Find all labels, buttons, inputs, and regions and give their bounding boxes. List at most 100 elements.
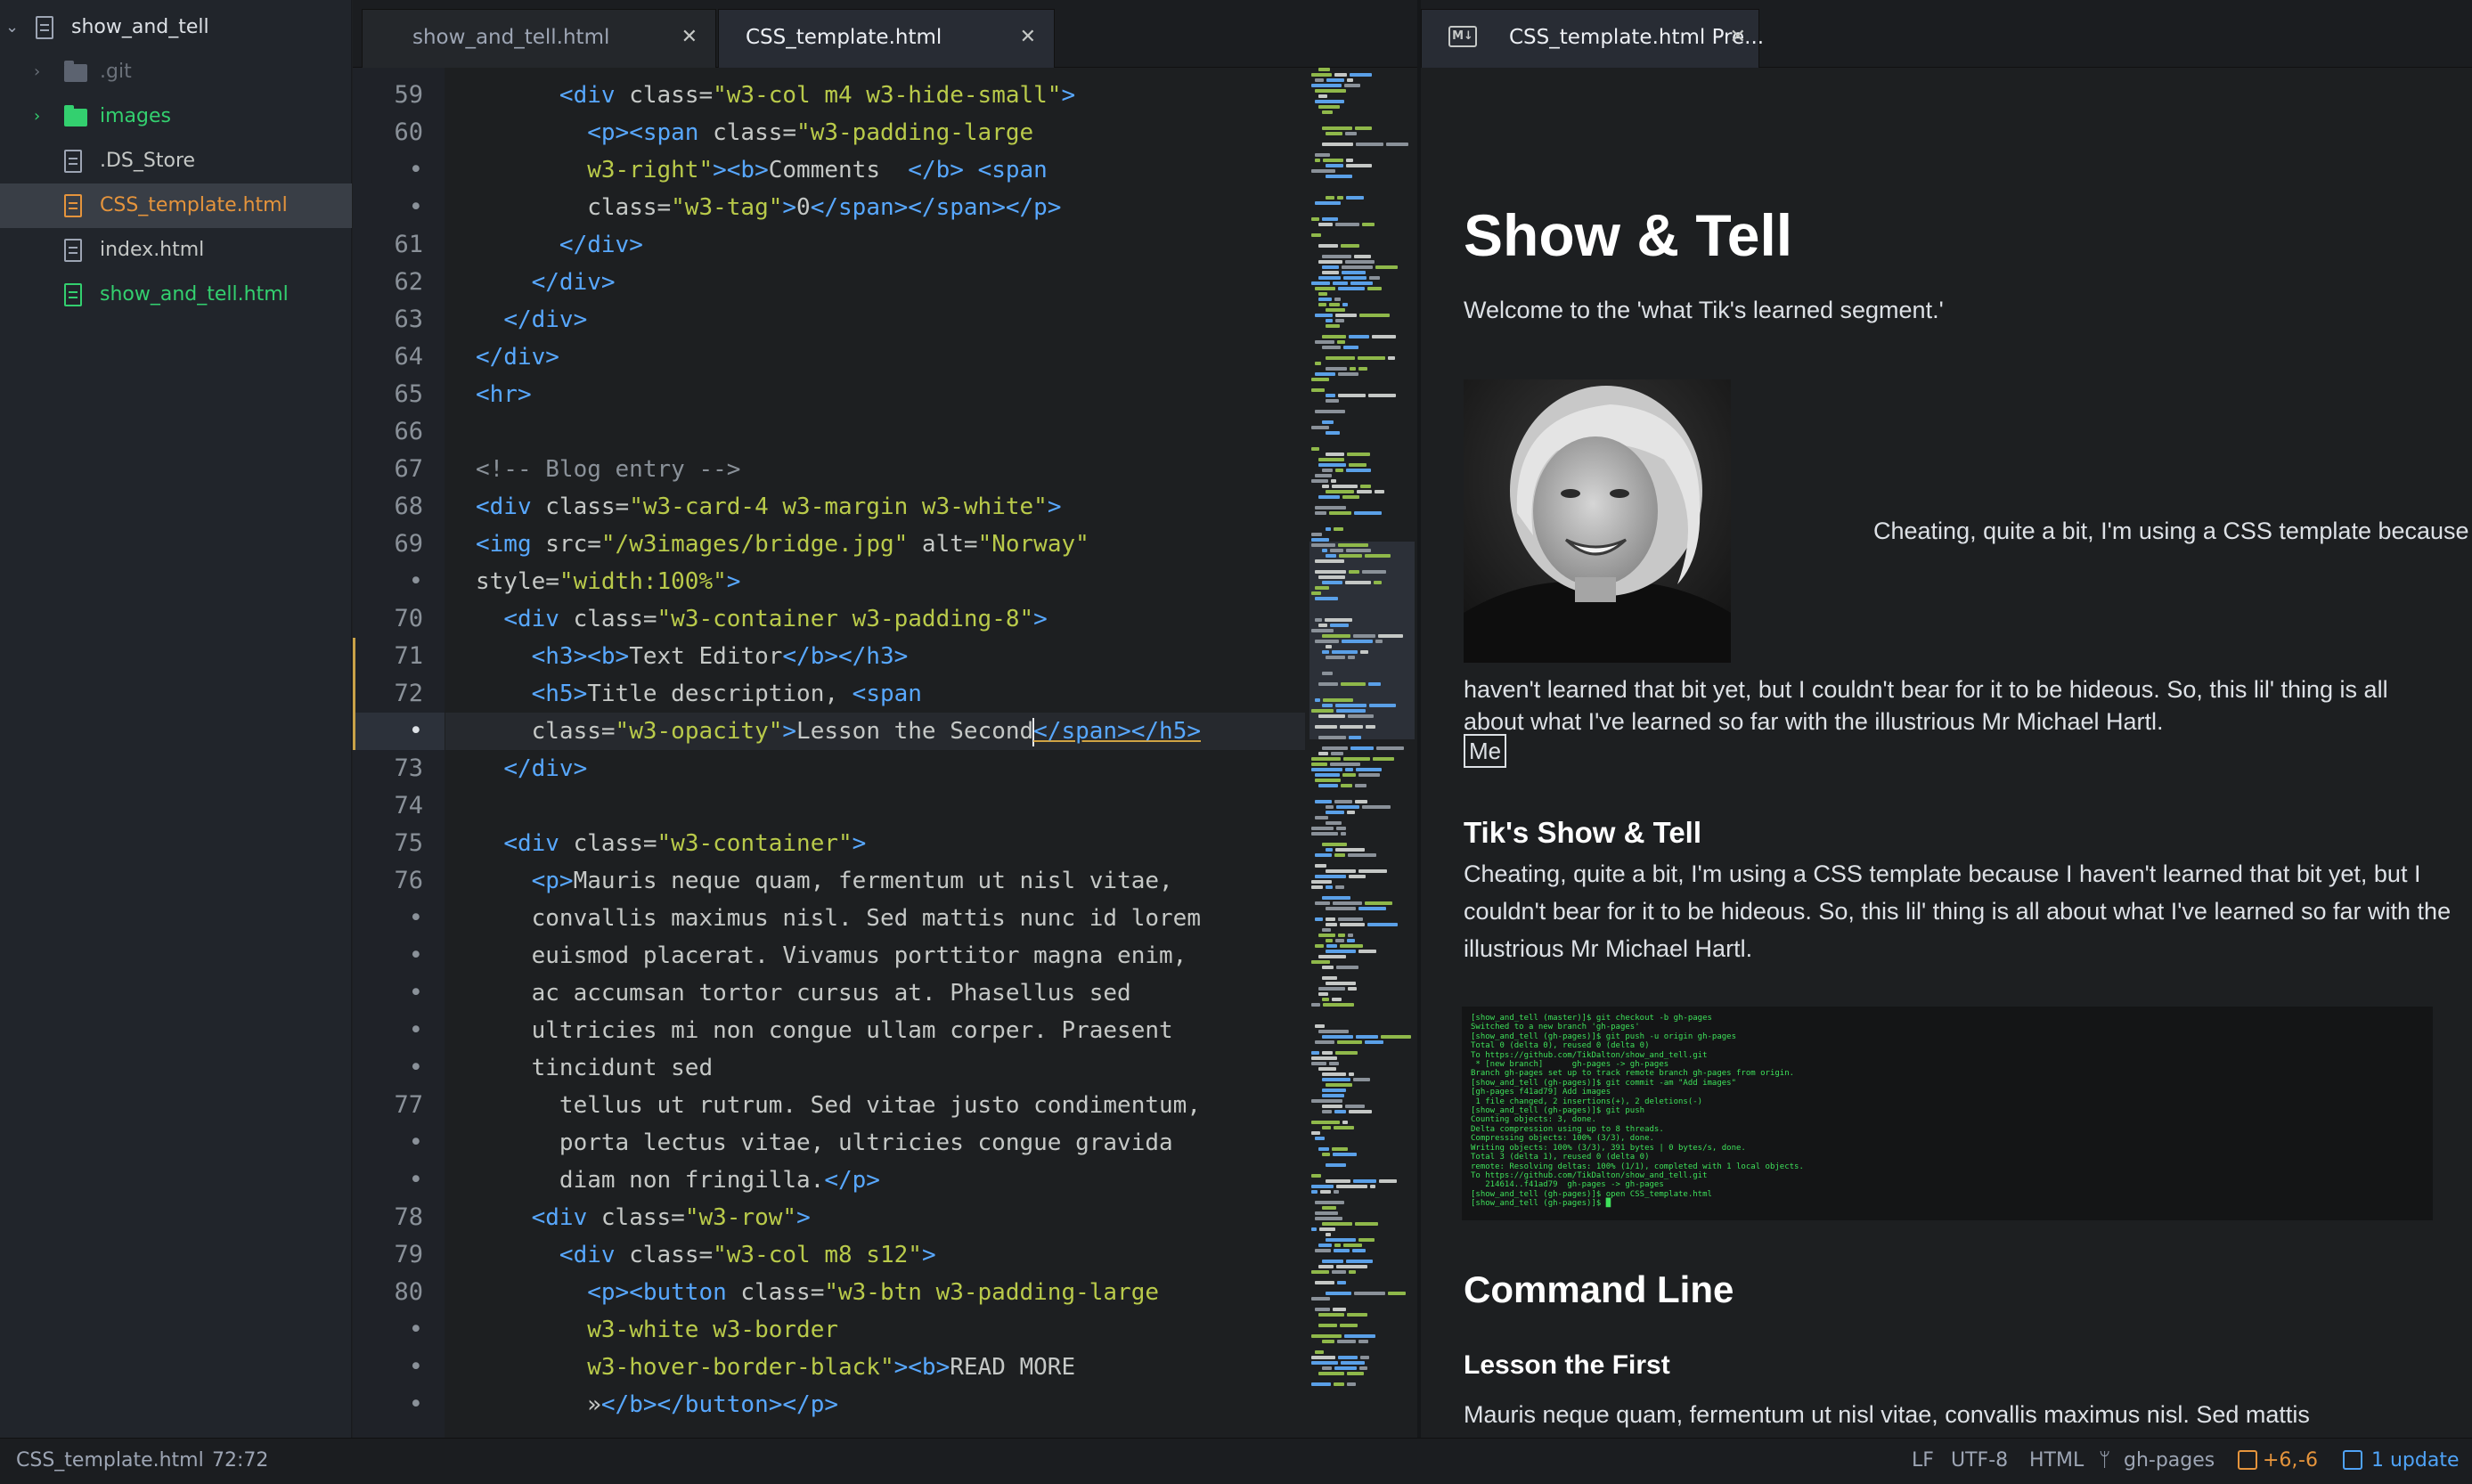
minimap-line: [1318, 955, 1346, 958]
close-icon[interactable]: ✕: [681, 10, 698, 65]
terminal-line: Writing objects: 100% (3/3), 391 bytes |…: [1471, 1143, 1746, 1153]
minimap-line: [1326, 1233, 1331, 1236]
code-token: <span: [852, 681, 922, 707]
code-line[interactable]: [445, 413, 1305, 451]
code-line[interactable]: ultricies mi non congue ullam corper. Pr…: [445, 1012, 1305, 1049]
code-line[interactable]: w3-right"><b>Comments </b> <span: [445, 151, 1305, 189]
code-line[interactable]: <p><span class="w3-padding-large: [445, 114, 1305, 151]
code-line[interactable]: <div class="w3-card-4 w3-margin w3-white…: [445, 488, 1305, 526]
code-line[interactable]: class="w3-tag">0</span></span></p>: [445, 189, 1305, 226]
code-line[interactable]: euismod placerat. Vivamus porttitor magn…: [445, 937, 1305, 974]
status-updates[interactable]: 1 update: [2371, 1439, 2460, 1483]
code-line[interactable]: diam non fringilla.</p>: [445, 1162, 1305, 1199]
code-token: <p>: [531, 868, 574, 894]
me-button[interactable]: Me: [1464, 734, 1507, 768]
status-line-ending[interactable]: LF: [1912, 1439, 1934, 1483]
minimap-line: [1355, 1222, 1378, 1226]
code-line[interactable]: </div>: [445, 264, 1305, 301]
line-number: 77: [394, 1091, 423, 1119]
code-line[interactable]: </div>: [445, 750, 1305, 787]
status-cursor-position[interactable]: 72:72: [212, 1439, 268, 1483]
code-line[interactable]: <hr>: [445, 376, 1305, 413]
minimap-line: [1311, 960, 1330, 964]
close-icon[interactable]: ✕: [1020, 10, 1036, 65]
terminal-line: remote: Resolving deltas: 100% (1/1), co…: [1471, 1162, 1804, 1171]
code-line[interactable]: <h5>Title description, <span: [445, 675, 1305, 713]
minimap-line: [1326, 356, 1355, 360]
status-encoding[interactable]: UTF-8: [1951, 1439, 2008, 1483]
code-token: </p>: [824, 1167, 880, 1194]
minimap-line: [1332, 485, 1358, 488]
code-token: euismod placerat. Vivamus porttitor magn…: [476, 942, 1187, 969]
tree-item-ds-store[interactable]: .DS_Store: [0, 139, 352, 183]
minimap-line: [1322, 346, 1341, 349]
minimap-line: [1368, 394, 1396, 397]
code-line[interactable]: <div class="w3-container">: [445, 825, 1305, 862]
chevron-down-icon[interactable]: ⌄: [5, 5, 19, 50]
code-line[interactable]: <p><button class="w3-btn w3-padding-larg…: [445, 1274, 1305, 1311]
code-token: "w3-tag": [671, 194, 783, 221]
chevron-right-icon[interactable]: ›: [34, 50, 40, 94]
chevron-right-icon[interactable]: ›: [34, 94, 40, 139]
code-line[interactable]: w3-hover-border-black"><b>READ MORE: [445, 1349, 1305, 1386]
tree-root-folder[interactable]: ⌄ show_and_tell: [0, 5, 352, 50]
status-file-path[interactable]: CSS_template.html: [16, 1439, 204, 1483]
minimap-line: [1360, 1356, 1369, 1359]
minimap-line: [1337, 340, 1345, 344]
code-line[interactable]: <p>Mauris neque quam, fermentum ut nisl …: [445, 862, 1305, 900]
code-line[interactable]: tellus ut rutrum. Sed vitae justo condim…: [445, 1087, 1305, 1124]
code-editor[interactable]: <div class="w3-col m4 w3-hide-small"> <p…: [445, 68, 1305, 1438]
code-line[interactable]: <img src="/w3images/bridge.jpg" alt="Nor…: [445, 526, 1305, 563]
code-line[interactable]: tincidunt sed: [445, 1049, 1305, 1087]
preview-section-title: Tik's Show & Tell: [1464, 816, 1702, 849]
code-line[interactable]: class="w3-opacity">Lesson the Second</sp…: [445, 713, 1305, 750]
minimap-line: [1336, 1185, 1367, 1188]
code-line[interactable]: w3-white w3-border: [445, 1311, 1305, 1349]
close-icon[interactable]: ✕: [1730, 10, 1746, 65]
code-line[interactable]: ac accumsan tortor cursus at. Phasellus …: [445, 974, 1305, 1012]
line-number: 80: [394, 1278, 423, 1306]
minimap-line: [1322, 1078, 1350, 1081]
code-line[interactable]: <div class="w3-col m8 s12">: [445, 1236, 1305, 1274]
minimap-line: [1322, 928, 1331, 932]
tree-item-index-html[interactable]: index.html: [0, 228, 352, 273]
code-line[interactable]: [445, 787, 1305, 825]
code-line[interactable]: <h3><b>Text Editor</b></h3>: [445, 638, 1305, 675]
code-line[interactable]: <!-- Blog entry -->: [445, 451, 1305, 488]
minimap-line: [1342, 640, 1373, 643]
code-line[interactable]: <div class="w3-col m4 w3-hide-small">: [445, 77, 1305, 114]
code-line[interactable]: style="width:100%">: [445, 563, 1305, 600]
code-line[interactable]: convallis maximus nisl. Sed mattis nunc …: [445, 900, 1305, 937]
code-line[interactable]: <div class="w3-container w3-padding-8">: [445, 600, 1305, 638]
code-line[interactable]: </div>: [445, 226, 1305, 264]
minimap-line: [1326, 554, 1336, 558]
tab-show-and-tell[interactable]: show_and_tell.html ✕: [362, 9, 716, 68]
minimap-line: [1311, 827, 1334, 830]
status-diff-added[interactable]: +6,: [2263, 1439, 2297, 1483]
tree-item-images[interactable]: › images: [0, 94, 352, 139]
tree-item-git[interactable]: › .git: [0, 50, 352, 94]
minimap[interactable]: [1306, 68, 1417, 1438]
minimap-line: [1326, 811, 1344, 814]
line-number: 65: [394, 380, 423, 408]
tab-markdown-preview[interactable]: M↓ CSS_template.html Pre... ✕: [1421, 9, 1764, 68]
minimap-line: [1315, 474, 1332, 477]
status-git-branch[interactable]: gh-pages: [2124, 1439, 2215, 1483]
code-line[interactable]: »</b></button></p>: [445, 1386, 1305, 1423]
code-line[interactable]: </div>: [445, 301, 1305, 338]
code-line[interactable]: <div class="w3-row">: [445, 1199, 1305, 1236]
minimap-line: [1311, 1131, 1320, 1135]
status-diff-removed[interactable]: -6: [2298, 1439, 2318, 1483]
tree-item-css-template-html[interactable]: CSS_template.html: [0, 183, 352, 228]
tree-item-show-and-tell-html[interactable]: show_and_tell.html: [0, 273, 352, 317]
code-line[interactable]: porta lectus vitae, ultricies congue gra…: [445, 1124, 1305, 1162]
tab-css-template[interactable]: CSS_template.html ✕: [718, 9, 1055, 68]
tree-item-label: index.html: [100, 239, 205, 261]
code-line[interactable]: </div>: [445, 338, 1305, 376]
minimap-line: [1338, 934, 1345, 937]
minimap-line: [1318, 1243, 1332, 1247]
status-grammar[interactable]: HTML: [2029, 1439, 2084, 1483]
minimap-line: [1356, 1035, 1378, 1039]
